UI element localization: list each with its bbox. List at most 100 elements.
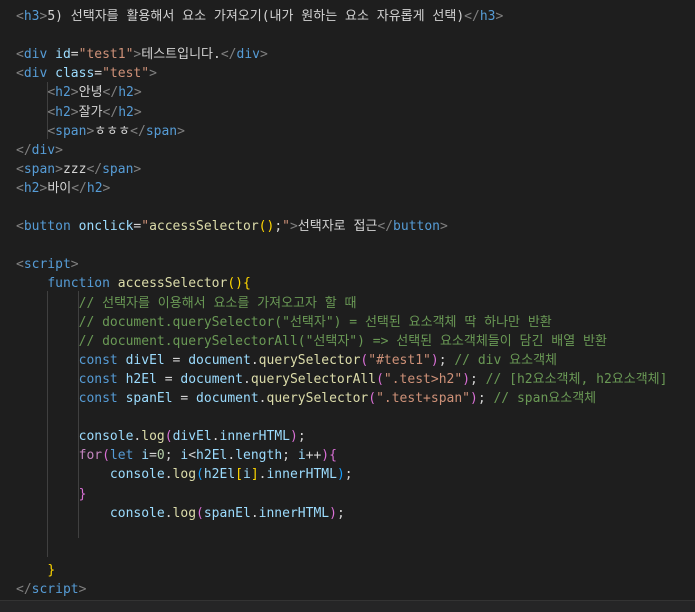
code-token-tag-bracket: > [70,104,79,120]
code-token-variable: console [78,429,134,445]
code-token-string: ".test>h2" [383,371,463,387]
code-token-text: = [149,448,157,464]
code-token-comment: // document.querySelector("선택자") = 선택된 요… [78,314,552,330]
code-editor[interactable]: <h3>5) 선택자를 활용해서 요소 가져오기(내가 원하는 요소 자유롭게 … [0,0,695,600]
code-token-tag-bracket: < [16,257,24,273]
code-token-tag-name: h3 [23,9,40,24]
code-token-tag-bracket: > [177,123,185,139]
code-token-tag-bracket: < [47,123,56,139]
code-line[interactable]: <h2>바이</h2> [16,179,110,198]
code-token-bracket2: ( [196,505,204,521]
code-token-tag-bracket: > [289,219,298,235]
code-token-attr-value: "test" [102,66,150,82]
code-token-tag-name: div [31,142,56,158]
code-token-text: . [258,391,267,406]
code-token-text: ; [470,371,486,387]
code-token-text: . [211,429,220,445]
code-token-tag-name: h2 [55,85,71,101]
code-token-tag-name: h2 [118,85,134,101]
code-token-tag-bracket: > [102,180,111,196]
code-token-text: ; [477,391,494,406]
code-line[interactable]: <span>zzz</span> [16,160,141,179]
code-token-variable: h2El [196,448,228,464]
code-token-text: ++ [305,448,322,464]
code-token-tag-bracket: < [47,104,56,120]
code-token-variable: h2El [203,467,236,483]
code-line[interactable]: <span>ㅎㅎㅎ</span> [16,122,185,141]
code-token-variable: i [243,467,251,483]
code-token-tag-name: span [102,161,134,177]
code-token-keyword: const [78,371,118,387]
code-line[interactable]: <div class="test"> [16,64,157,83]
code-token-tag-name: div [23,66,48,82]
code-token-variable: innerHTML [266,467,337,483]
code-line[interactable]: // document.querySelectorAll("선택자") => 선… [16,332,607,351]
code-token-keyword: function [47,276,110,292]
code-token-attr-name: onclick [78,219,134,235]
code-token-tag-bracket: > [70,85,79,101]
code-token-tag-bracket: </ [16,582,32,597]
code-token-tag-bracket: > [133,85,142,101]
code-token-text: < [188,448,197,464]
code-line[interactable]: <script> [16,255,79,274]
code-line[interactable]: const divEl = document.querySelector("#t… [16,351,557,370]
code-token-tag-name: div [236,47,260,63]
code-line[interactable]: console.log(divEl.innerHTML); [16,427,306,446]
code-token-variable: length [235,448,283,464]
code-token-text: 테스트입니다. [141,47,221,63]
code-token-text: ; [282,448,298,464]
code-line[interactable]: <h2>잘가</h2> [16,103,142,122]
code-line[interactable]: <button onclick="accessSelector();">선택자로… [16,217,448,236]
code-line[interactable]: const h2El = document.querySelectorAll("… [16,370,668,389]
code-line[interactable]: <h3>5) 선택자를 활용해서 요소 가져오기(내가 원하는 요소 자유롭게 … [16,7,503,26]
code-line[interactable]: // 선택자를 이용해서 요소를 가져오고자 할 때 [16,294,357,313]
code-line[interactable]: } [16,485,87,504]
code-token-text: = [172,391,197,406]
code-token-bracket2: ) [462,371,471,387]
code-token-variable: i [297,448,306,464]
code-token-tag-bracket: < [47,85,56,101]
code-token-tag-bracket: > [133,104,142,120]
code-line[interactable]: </script> [16,580,86,599]
code-token-bracket2: ) [470,391,478,406]
code-token-function: accessSelector [149,219,259,235]
code-token-bracket2: { [329,448,337,464]
code-token-variable: console [109,467,165,483]
code-token-comment: // document.querySelectorAll("선택자") => 선… [78,333,607,349]
code-line[interactable]: for(let i=0; i<h2El.length; i++){ [16,446,337,465]
code-line[interactable]: function accessSelector(){ [16,274,251,293]
code-token-variable: document [180,371,244,387]
code-token-function: log [172,505,197,521]
code-line[interactable]: <div id="test1">테스트입니다.</div> [16,45,268,64]
code-token-attr-value: "test1" [78,47,134,63]
code-token-function: querySelector [258,352,361,368]
code-token-tag-name: span [23,161,56,177]
code-token-attr-value: " [141,219,150,235]
code-line[interactable]: const spanEl = document.querySelector(".… [16,389,597,408]
code-token-text: . [243,371,251,387]
code-token-function: log [141,429,165,445]
code-token-control: for [78,448,103,464]
code-line[interactable]: <h2>안녕</h2> [16,83,142,102]
code-token-bracket2: ) [430,352,439,368]
code-line[interactable]: console.log(h2El[i].innerHTML); [16,465,353,484]
code-line[interactable]: console.log(spanEl.innerHTML); [16,504,345,523]
code-line[interactable]: </div> [16,141,63,160]
code-token-number: 0 [156,448,165,464]
code-token-text: = [156,371,181,387]
code-token-bracket1: ] [250,467,259,483]
code-token-text: ; [274,219,283,235]
code-line[interactable]: } [16,561,55,580]
code-line[interactable]: // document.querySelector("선택자") = 선택된 요… [16,313,552,332]
